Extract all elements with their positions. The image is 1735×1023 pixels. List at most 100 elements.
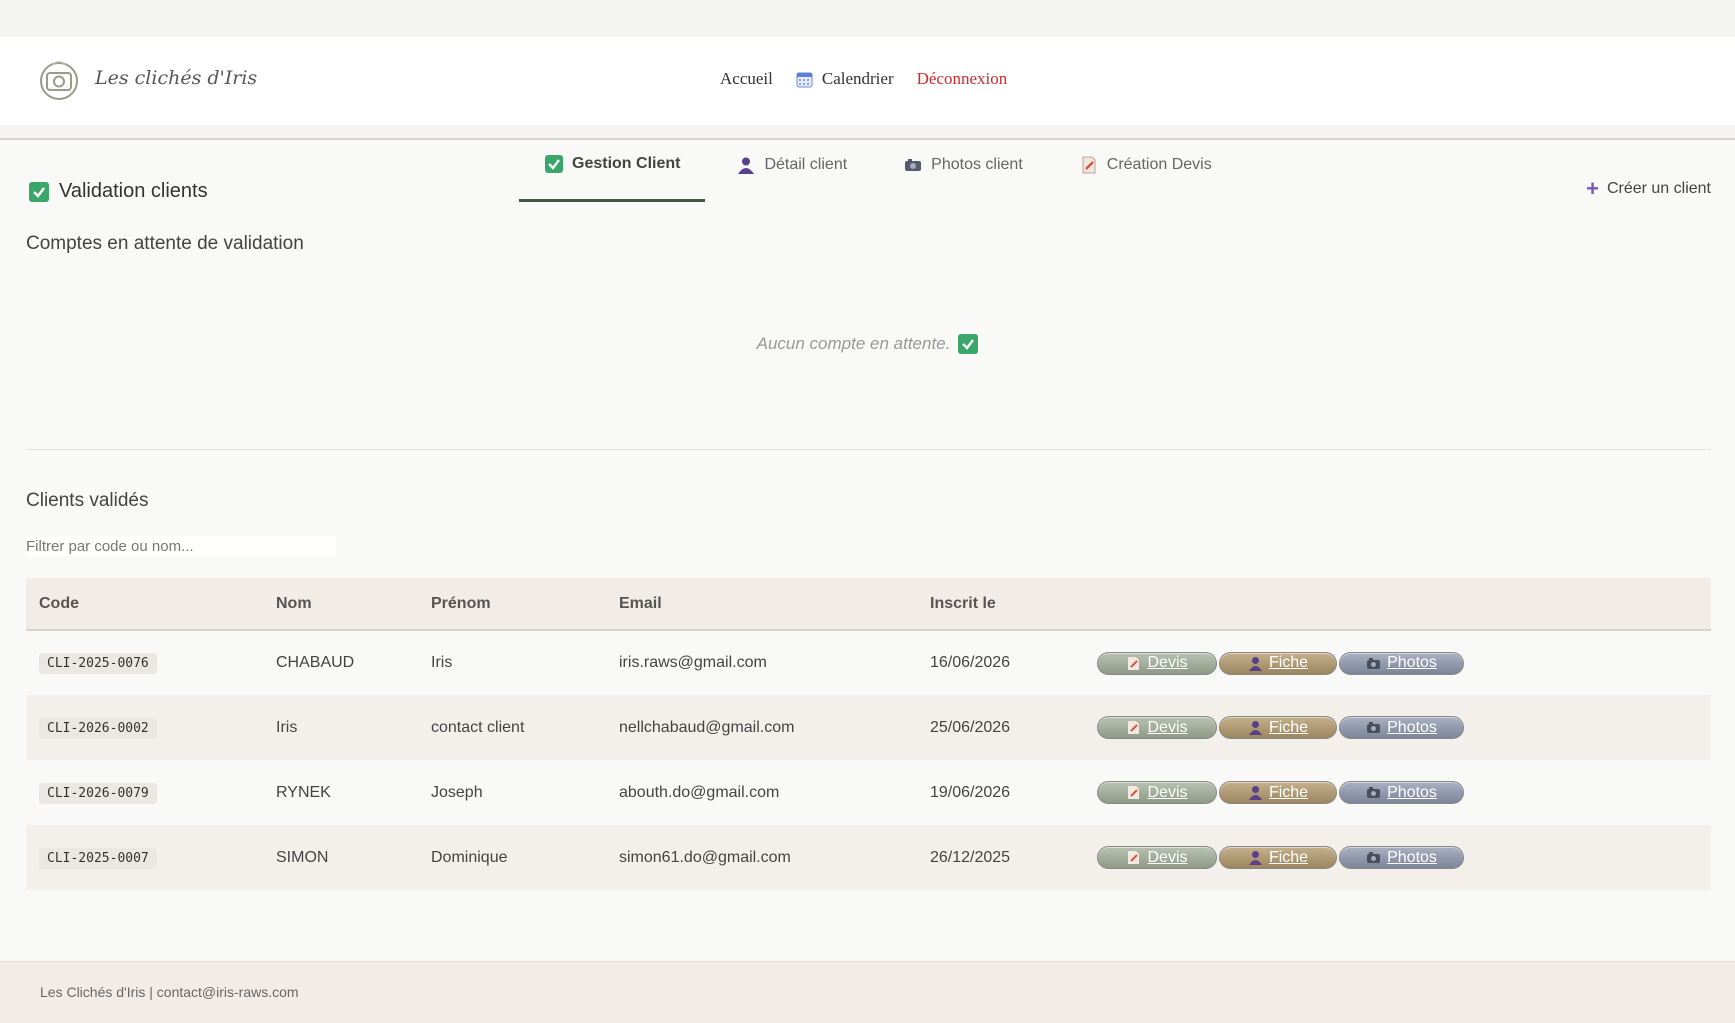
cell-prenom: Joseph (431, 783, 483, 801)
devis-button[interactable]: Devis (1097, 781, 1217, 804)
tab-creation-devis[interactable]: Création Devis (1054, 140, 1237, 202)
client-code-badge: CLI-2025-0076 (39, 653, 157, 674)
nav-home-link[interactable]: Accueil (720, 69, 773, 89)
check-icon (958, 334, 979, 354)
photos-label: Photos (1387, 718, 1437, 736)
cell-code: CLI-2026-0002 (26, 695, 263, 760)
cell-actions: Devis Fiche Photos (1084, 630, 1711, 695)
create-client-button[interactable]: + Créer un client (1586, 176, 1711, 201)
column-header-code[interactable]: Code (26, 578, 263, 631)
photos-button[interactable]: Photos (1339, 651, 1464, 675)
camera-icon (1367, 852, 1381, 863)
clients-table: Code Nom Prénom Email Inscrit le CLI-202… (26, 578, 1711, 890)
page-title: Validation clients (29, 180, 208, 203)
photos-label: Photos (1387, 783, 1437, 801)
document-icon (1082, 156, 1096, 174)
tab-label: Détail client (764, 156, 848, 173)
table-row: CLI-2025-0007 SIMON Dominique simon61.do… (26, 825, 1711, 890)
column-header-email[interactable]: Email (606, 578, 917, 631)
cell-nom: SIMON (276, 848, 329, 866)
fiche-label: Fiche (1268, 718, 1309, 736)
table-row: CLI-2026-0002 Iris contact client nellch… (26, 695, 1711, 760)
fiche-label: Fiche (1268, 654, 1309, 671)
cell-code: CLI-2025-0076 (26, 630, 263, 695)
devis-button[interactable]: Devis (1097, 651, 1217, 675)
row-actions: Devis Fiche Photos (1097, 716, 1711, 739)
cell-code: CLI-2026-0079 (26, 760, 263, 825)
check-icon (545, 154, 563, 173)
camera-icon (1367, 657, 1381, 669)
cell-prenom: contact client (431, 718, 525, 736)
tab-gestion-client[interactable]: Gestion Client (519, 140, 706, 202)
row-actions: Devis Fiche Photos (1097, 651, 1711, 675)
document-icon (1128, 721, 1140, 734)
cell-nom: Iris (276, 718, 298, 736)
check-icon (29, 181, 49, 202)
table-row: CLI-2026-0079 RYNEK Joseph abouth.do@gma… (26, 760, 1711, 825)
photos-button[interactable]: Photos (1339, 781, 1464, 804)
cell-email: simon61.do@gmail.com (619, 848, 791, 866)
tab-label: Photos client (931, 156, 1023, 173)
document-icon (1128, 656, 1140, 670)
fiche-label: Fiche (1268, 783, 1309, 801)
empty-pending-message: Aucun compte en attente. (0, 334, 1735, 354)
brand-name[interactable]: Les clichés d'Iris (95, 67, 257, 89)
user-icon (1248, 786, 1262, 800)
photos-button[interactable]: Photos (1339, 846, 1464, 869)
page-footer: Les Clichés d'Iris | contact@iris-raws.c… (0, 961, 1735, 1023)
client-filter-input[interactable] (26, 536, 336, 556)
nav-calendar-link[interactable]: Calendrier (796, 69, 894, 89)
row-actions: Devis Fiche Photos (1097, 846, 1711, 869)
top-header: Les clichés d'Iris Accueil Calendrier Dé… (0, 37, 1735, 125)
tab-photos-client[interactable]: Photos client (878, 140, 1048, 202)
cell-date: 16/06/2026 (930, 654, 1011, 671)
calendar-icon (796, 72, 813, 87)
photos-label: Photos (1387, 848, 1437, 866)
footer-text: Les Clichés d'Iris | contact@iris-raws.c… (40, 984, 299, 1000)
devis-button[interactable]: Devis (1097, 716, 1217, 739)
section-divider (26, 449, 1711, 450)
fiche-button[interactable]: Fiche (1219, 651, 1337, 675)
devis-button[interactable]: Devis (1097, 846, 1217, 869)
column-header-nom[interactable]: Nom (263, 578, 418, 631)
cell-nom: CHABAUD (276, 654, 355, 671)
devis-label: Devis (1147, 783, 1188, 801)
create-client-label: Créer un client (1606, 180, 1711, 197)
validated-section-title: Clients validés (26, 490, 149, 511)
cell-email: abouth.do@gmail.com (619, 783, 780, 801)
cell-actions: Devis Fiche Photos (1084, 825, 1711, 890)
cell-email: nellchabaud@gmail.com (619, 718, 795, 736)
camera-logo-icon[interactable] (36, 57, 82, 103)
plus-icon: + (1586, 176, 1599, 201)
camera-icon (905, 159, 922, 171)
column-header-actions (1084, 578, 1711, 631)
user-icon (1248, 721, 1262, 735)
cell-email: iris.raws@gmail.com (619, 654, 767, 671)
cell-nom: RYNEK (276, 783, 331, 801)
nav-calendar-label: Calendrier (821, 69, 894, 88)
nav-logout-link[interactable]: Déconnexion (917, 69, 1008, 89)
column-header-prenom[interactable]: Prénom (418, 578, 606, 631)
cell-prenom: Dominique (431, 848, 508, 866)
devis-label: Devis (1147, 718, 1188, 736)
cell-date: 26/12/2025 (930, 848, 1011, 866)
document-icon (1128, 786, 1140, 799)
camera-icon (1367, 722, 1381, 733)
main-nav: Accueil Calendrier Déconnexion (720, 69, 1030, 89)
empty-message-text: Aucun compte en attente. (756, 334, 951, 353)
table-row: CLI-2025-0076 CHABAUD Iris iris.raws@gma… (26, 630, 1711, 695)
photos-button[interactable]: Photos (1339, 716, 1464, 739)
tab-label: Création Devis (1106, 156, 1212, 173)
devis-label: Devis (1147, 654, 1188, 671)
fiche-button[interactable]: Fiche (1219, 716, 1337, 739)
cell-date: 19/06/2026 (930, 783, 1011, 801)
cell-date: 25/06/2026 (930, 718, 1011, 736)
client-code-badge: CLI-2026-0002 (39, 717, 157, 739)
row-actions: Devis Fiche Photos (1097, 781, 1711, 804)
column-header-date[interactable]: Inscrit le (917, 578, 1084, 631)
user-icon (1248, 656, 1262, 671)
tab-detail-client[interactable]: Détail client (711, 140, 872, 202)
fiche-button[interactable]: Fiche (1219, 846, 1337, 869)
fiche-button[interactable]: Fiche (1219, 781, 1337, 804)
user-icon (1248, 851, 1262, 865)
